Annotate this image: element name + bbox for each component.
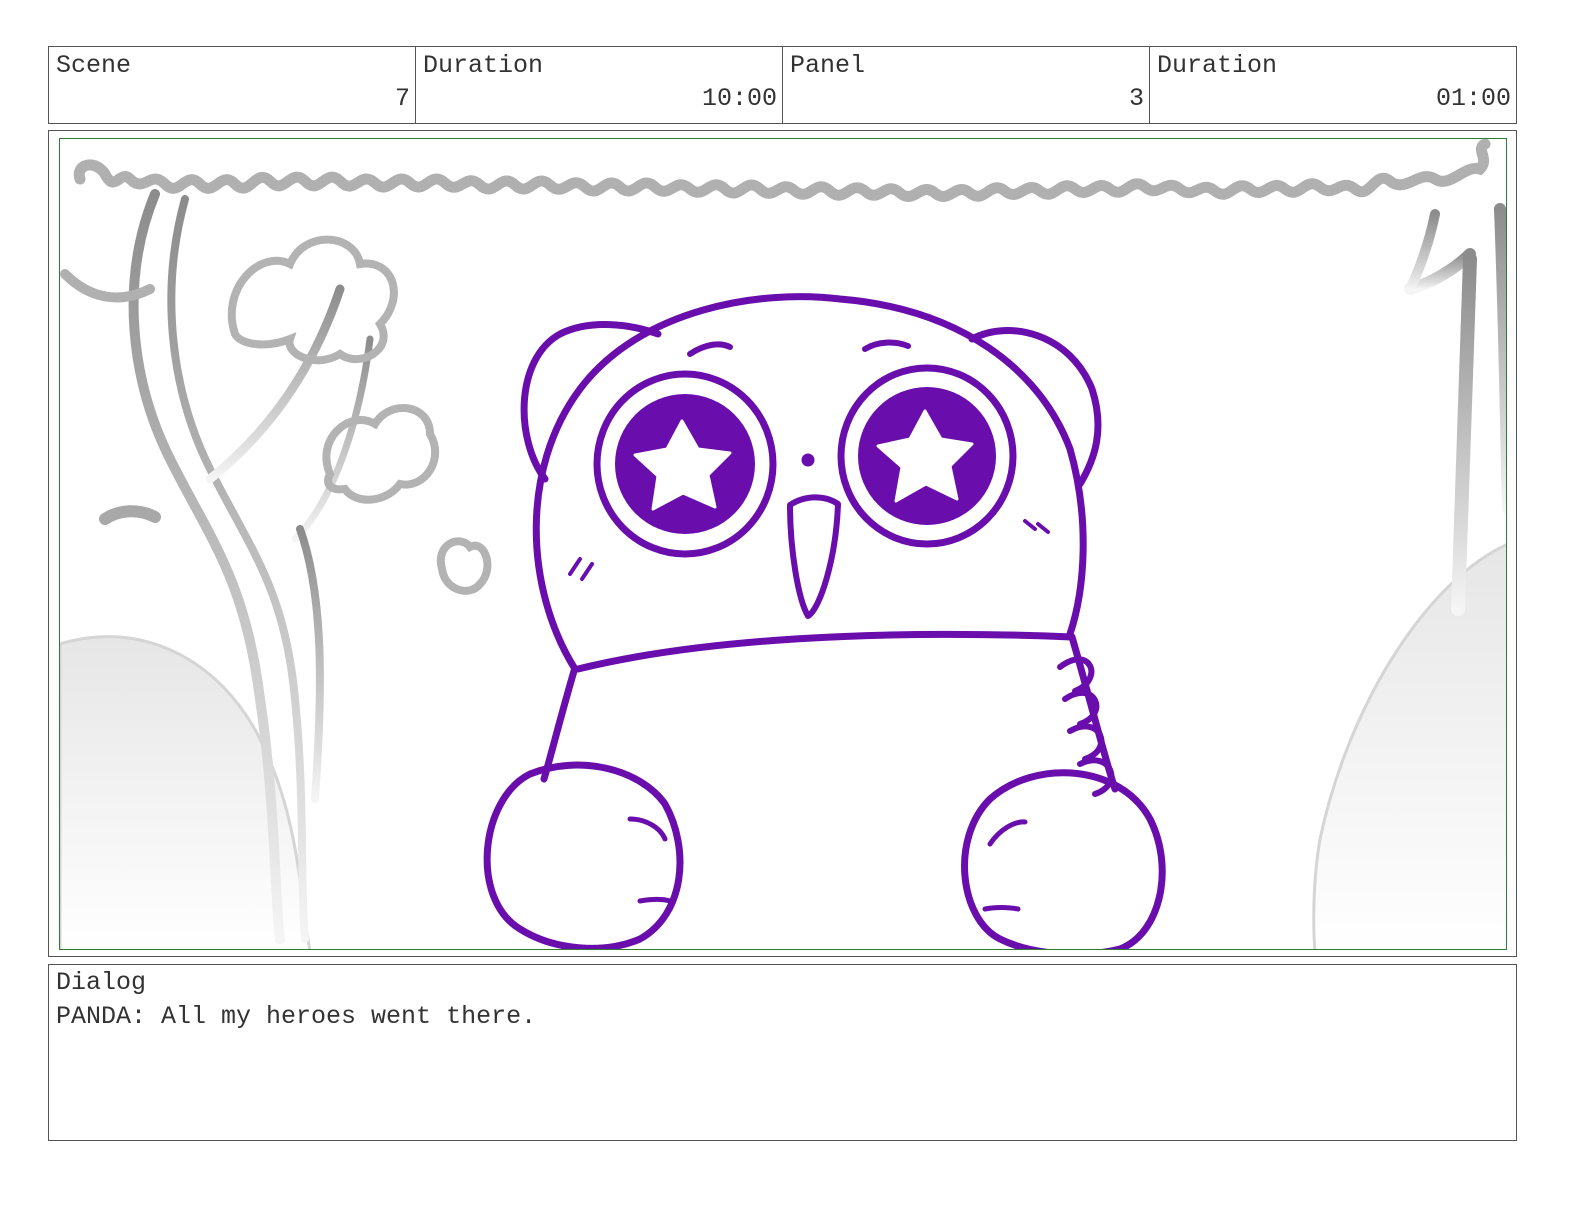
scene-duration-label: Duration xyxy=(423,51,544,80)
scene-label: Scene xyxy=(56,51,132,80)
panda-left-eye xyxy=(593,370,777,558)
panda-nose xyxy=(801,453,815,467)
panda-right-eye xyxy=(837,364,1017,548)
scene-number[interactable]: 7 xyxy=(395,84,410,114)
dialog-label: Dialog xyxy=(56,968,147,997)
scene-duration-cell: Duration 10:00 xyxy=(416,47,783,123)
scene-duration-value[interactable]: 10:00 xyxy=(702,84,777,114)
panel-duration-value[interactable]: 01:00 xyxy=(1436,84,1511,114)
scene-info-header: Scene 7 Duration 10:00 Panel 3 Duration … xyxy=(48,46,1517,124)
panel-duration-cell: Duration 01:00 xyxy=(1150,47,1516,123)
panda-left-brow xyxy=(687,341,733,357)
right-post xyxy=(1404,202,1506,616)
panel-label: Panel xyxy=(790,51,866,80)
dialog-box: Dialog PANDA: All my heroes went there. xyxy=(48,964,1517,1141)
panel-cell: Panel 3 xyxy=(783,47,1150,123)
panel-artwork xyxy=(60,139,1506,949)
panda-right-paw xyxy=(961,769,1166,949)
panel-number[interactable]: 3 xyxy=(1129,84,1144,114)
panda-left-paw-claws xyxy=(627,816,673,904)
panda-left-paw xyxy=(483,761,684,949)
panda-right-paw-claws xyxy=(982,819,1028,912)
panda-body-seam xyxy=(574,630,1076,673)
panda-mouth xyxy=(787,494,841,619)
dialog-text[interactable]: PANDA: All my heroes went there. xyxy=(56,1002,536,1032)
scene-cell: Scene 7 xyxy=(49,47,416,123)
panda-right-blush xyxy=(1023,519,1050,534)
panda-character xyxy=(483,293,1166,949)
panda-left-blush xyxy=(568,557,594,581)
right-bush xyxy=(1312,543,1506,949)
top-border-scallop xyxy=(73,139,1491,202)
panel-duration-label: Duration xyxy=(1157,51,1278,80)
panda-right-brow xyxy=(862,339,911,352)
storyboard-panel[interactable] xyxy=(59,138,1507,950)
